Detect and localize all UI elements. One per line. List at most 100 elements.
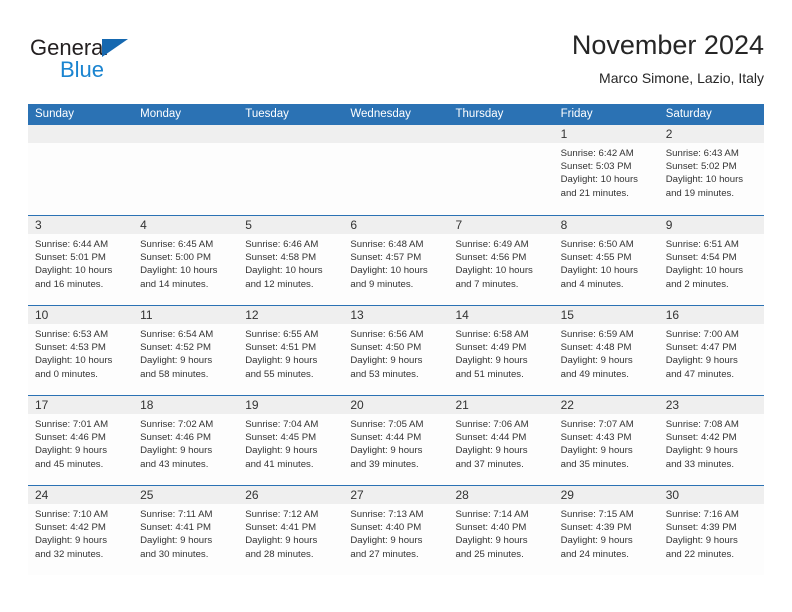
day-detail-line: Daylight: 9 hours bbox=[665, 445, 738, 457]
day-detail-line: and 19 minutes. bbox=[665, 187, 735, 199]
day-cell-16[interactable]: 16 Sunrise: 7:00 AM Sunset: 4:47 PM Dayligh… bbox=[658, 306, 764, 395]
day-detail-line: Sunset: 4:45 PM bbox=[245, 432, 317, 444]
day-cell-9[interactable]: 9 Sunrise: 6:51 AM Sunset: 4:54 PM Daylight… bbox=[658, 216, 764, 305]
day-cell-18[interactable]: 18 Sunrise: 7:02 AM Sunset: 4:46 PM Dayligh… bbox=[133, 396, 239, 485]
day-cell-26[interactable]: 26 Sunrise: 7:12 AM Sunset: 4:41 PM Dayligh… bbox=[238, 486, 344, 575]
weekday-header-monday: Monday bbox=[140, 108, 182, 120]
day-details bbox=[133, 143, 238, 147]
day-cell-23[interactable]: 23 Sunrise: 7:08 AM Sunset: 4:42 PM Dayligh… bbox=[658, 396, 764, 485]
day-detail-line: and 28 minutes. bbox=[245, 548, 314, 560]
day-cell-22[interactable]: 22 Sunrise: 7:07 AM Sunset: 4:43 PM Dayligh… bbox=[553, 396, 659, 485]
day-cell-24[interactable]: 24 Sunrise: 7:10 AM Sunset: 4:42 PM Dayligh… bbox=[28, 486, 134, 575]
day-number-band: 9 bbox=[658, 216, 764, 234]
day-detail-line: Daylight: 9 hours bbox=[245, 355, 318, 367]
day-detail-line: Sunrise: 7:07 AM bbox=[560, 419, 634, 430]
day-number: 30 bbox=[665, 488, 680, 502]
day-detail-line: Daylight: 9 hours bbox=[455, 355, 528, 367]
day-cell-27[interactable]: 27 Sunrise: 7:13 AM Sunset: 4:40 PM Dayligh… bbox=[343, 486, 449, 575]
day-detail-line: Sunset: 4:42 PM bbox=[35, 522, 106, 534]
day-cell-empty bbox=[28, 125, 134, 215]
day-cell-17[interactable]: 17 Sunrise: 7:01 AM Sunset: 4:46 PM Dayligh… bbox=[28, 396, 134, 485]
day-detail-line: Daylight: 10 hours bbox=[245, 265, 323, 277]
day-detail-line: Sunset: 4:56 PM bbox=[455, 252, 527, 264]
day-cell-7[interactable]: 7 Sunrise: 6:49 AM Sunset: 4:56 PM Daylight… bbox=[448, 216, 554, 305]
day-detail-line: Sunrise: 7:14 AM bbox=[455, 509, 529, 520]
day-detail-line: and 22 minutes. bbox=[665, 548, 735, 560]
day-cell-13[interactable]: 13 Sunrise: 6:56 AM Sunset: 4:50 PM Dayligh… bbox=[343, 306, 449, 395]
day-detail-line: Daylight: 10 hours bbox=[560, 174, 638, 186]
day-detail-line: Sunset: 4:50 PM bbox=[350, 342, 422, 354]
calendar-week-row: 1 Sunrise: 6:42 AM Sunset: 5:03 PM Daylight… bbox=[28, 125, 764, 215]
day-detail-line: Sunrise: 6:53 AM bbox=[35, 329, 109, 340]
page-subtitle: Marco Simone, Lazio, Italy bbox=[599, 70, 764, 86]
day-cell-14[interactable]: 14 Sunrise: 6:58 AM Sunset: 4:49 PM Dayligh… bbox=[448, 306, 554, 395]
day-number: 27 bbox=[350, 488, 364, 502]
day-detail-line: Sunset: 4:57 PM bbox=[350, 252, 422, 264]
day-cell-empty bbox=[238, 125, 344, 215]
day-number-band: 19 bbox=[238, 396, 344, 414]
day-detail-line: Sunrise: 6:43 AM bbox=[665, 148, 739, 159]
day-detail-line: Sunset: 4:42 PM bbox=[665, 432, 737, 444]
day-number-band: 23 bbox=[658, 396, 764, 414]
day-number: 10 bbox=[35, 308, 49, 322]
day-cell-5[interactable]: 5 Sunrise: 6:46 AM Sunset: 4:58 PM Daylight… bbox=[238, 216, 344, 305]
day-detail-line: Sunset: 4:47 PM bbox=[665, 342, 737, 354]
day-detail-line: Sunset: 4:49 PM bbox=[455, 342, 527, 354]
day-detail-line: Sunset: 4:58 PM bbox=[245, 252, 317, 264]
day-details: Sunrise: 7:11 AM Sunset: 4:41 PM Daylight:… bbox=[133, 504, 238, 561]
day-detail-line: Daylight: 10 hours bbox=[455, 265, 533, 277]
day-cell-6[interactable]: 6 Sunrise: 6:48 AM Sunset: 4:57 PM Daylight… bbox=[343, 216, 449, 305]
day-number: 3 bbox=[35, 218, 42, 232]
day-cell-25[interactable]: 25 Sunrise: 7:11 AM Sunset: 4:41 PM Dayligh… bbox=[133, 486, 239, 575]
day-details: Sunrise: 7:06 AM Sunset: 4:44 PM Daylight:… bbox=[449, 414, 554, 471]
day-cell-15[interactable]: 15 Sunrise: 6:59 AM Sunset: 4:48 PM Dayligh… bbox=[553, 306, 659, 395]
day-detail-line: Sunset: 5:00 PM bbox=[140, 252, 212, 264]
day-number: 24 bbox=[35, 488, 49, 502]
day-cell-29[interactable]: 29 Sunrise: 7:15 AM Sunset: 4:39 PM Dayligh… bbox=[553, 486, 659, 575]
day-cell-1[interactable]: 1 Sunrise: 6:42 AM Sunset: 5:03 PM Daylight… bbox=[553, 125, 659, 215]
day-cell-30[interactable]: 30 Sunrise: 7:16 AM Sunset: 4:39 PM Dayligh… bbox=[658, 486, 764, 575]
day-cell-12[interactable]: 12 Sunrise: 6:55 AM Sunset: 4:51 PM Dayligh… bbox=[238, 306, 344, 395]
day-detail-line: Daylight: 9 hours bbox=[245, 445, 318, 457]
day-details: Sunrise: 6:50 AM Sunset: 4:55 PM Daylight:… bbox=[554, 234, 659, 291]
day-detail-line: Sunrise: 7:08 AM bbox=[665, 419, 739, 430]
day-detail-line: Sunset: 4:54 PM bbox=[665, 252, 737, 264]
day-cell-8[interactable]: 8 Sunrise: 6:50 AM Sunset: 4:55 PM Daylight… bbox=[553, 216, 659, 305]
weekday-header-tuesday: Tuesday bbox=[245, 108, 289, 120]
day-detail-line: and 27 minutes. bbox=[350, 548, 419, 560]
day-details: Sunrise: 7:16 AM Sunset: 4:39 PM Daylight:… bbox=[659, 504, 764, 561]
day-cell-11[interactable]: 11 Sunrise: 6:54 AM Sunset: 4:52 PM Dayligh… bbox=[133, 306, 239, 395]
day-detail-line: Sunset: 5:01 PM bbox=[35, 252, 106, 264]
calendar-week-row: 17 Sunrise: 7:01 AM Sunset: 4:46 PM Dayligh… bbox=[28, 395, 764, 485]
day-number-band bbox=[448, 125, 554, 143]
day-details: Sunrise: 7:07 AM Sunset: 4:43 PM Daylight:… bbox=[554, 414, 659, 471]
day-detail-line: Sunset: 4:39 PM bbox=[665, 522, 737, 534]
day-details: Sunrise: 7:15 AM Sunset: 4:39 PM Daylight:… bbox=[554, 504, 659, 561]
day-number: 9 bbox=[665, 218, 673, 232]
day-number-band: 6 bbox=[343, 216, 449, 234]
day-cell-2[interactable]: 2 Sunrise: 6:43 AM Sunset: 5:02 PM Daylight… bbox=[658, 125, 764, 215]
day-details: Sunrise: 6:53 AM Sunset: 4:53 PM Daylight:… bbox=[28, 324, 133, 381]
day-cell-20[interactable]: 20 Sunrise: 7:05 AM Sunset: 4:44 PM Dayligh… bbox=[343, 396, 449, 485]
day-detail-line: and 39 minutes. bbox=[350, 458, 419, 470]
day-detail-line: Daylight: 10 hours bbox=[350, 265, 428, 277]
day-details: Sunrise: 7:10 AM Sunset: 4:42 PM Daylight:… bbox=[28, 504, 133, 561]
day-detail-line: and 37 minutes. bbox=[455, 458, 524, 470]
day-cell-19[interactable]: 19 Sunrise: 7:04 AM Sunset: 4:45 PM Dayligh… bbox=[238, 396, 344, 485]
day-details: Sunrise: 6:48 AM Sunset: 4:57 PM Daylight:… bbox=[343, 234, 448, 291]
day-number: 15 bbox=[560, 308, 574, 322]
day-number: 11 bbox=[140, 308, 153, 322]
day-detail-line: Sunrise: 7:16 AM bbox=[665, 509, 739, 520]
day-detail-line: Sunset: 4:43 PM bbox=[560, 432, 632, 444]
day-detail-line: Daylight: 10 hours bbox=[665, 265, 744, 277]
general-blue-logo[interactable]: General Blue bbox=[30, 36, 200, 88]
day-cell-10[interactable]: 10 Sunrise: 6:53 AM Sunset: 4:53 PM Dayligh… bbox=[28, 306, 134, 395]
day-cell-21[interactable]: 21 Sunrise: 7:06 AM Sunset: 4:44 PM Dayligh… bbox=[448, 396, 554, 485]
calendar-grid: Sunday Monday Tuesday Wednesday Thursday Frid… bbox=[28, 104, 764, 575]
day-details: Sunrise: 7:01 AM Sunset: 4:46 PM Daylight:… bbox=[28, 414, 133, 471]
day-detail-line: Daylight: 9 hours bbox=[350, 355, 423, 367]
day-cell-4[interactable]: 4 Sunrise: 6:45 AM Sunset: 5:00 PM Daylight… bbox=[133, 216, 239, 305]
day-number-band: 2 bbox=[658, 125, 764, 143]
day-cell-3[interactable]: 3 Sunrise: 6:44 AM Sunset: 5:01 PM Daylight… bbox=[28, 216, 134, 305]
day-cell-28[interactable]: 28 Sunrise: 7:14 AM Sunset: 4:40 PM Dayligh… bbox=[448, 486, 554, 575]
